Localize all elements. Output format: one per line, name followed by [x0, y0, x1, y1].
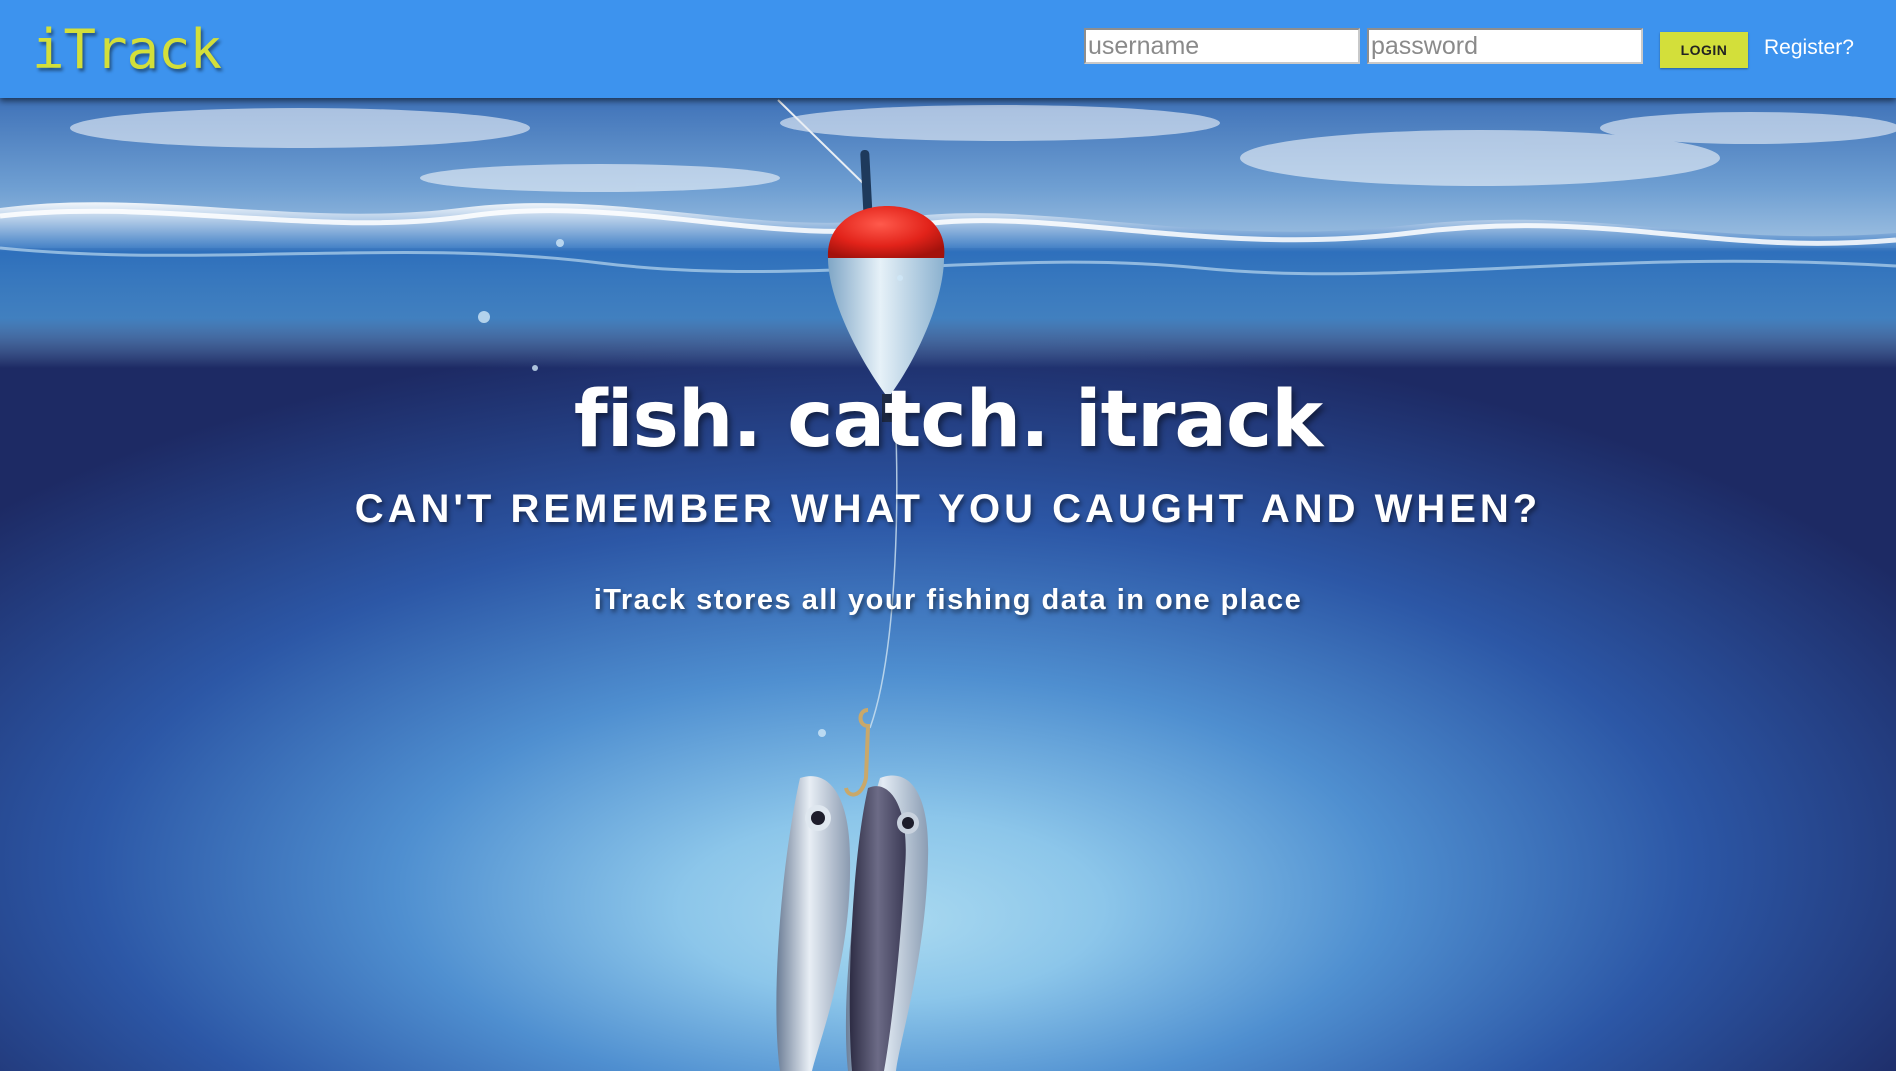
site-logo[interactable]: iTrack [32, 18, 222, 82]
password-input[interactable] [1367, 28, 1643, 64]
hero-tagline: iTrack stores all your fishing data in o… [593, 584, 1303, 616]
username-input[interactable] [1084, 28, 1360, 64]
login-button[interactable]: LOGIN [1660, 32, 1748, 68]
landing-page: iTrack LOGIN Register? [0, 0, 1896, 1071]
top-nav-bar: iTrack LOGIN Register? [0, 0, 1896, 98]
register-link[interactable]: Register? [1764, 36, 1854, 60]
hero-headline: fish. catch. itrack [573, 375, 1323, 465]
hero-subheadline: CAN'T REMEMBER WHAT YOU CAUGHT AND WHEN? [354, 487, 1542, 531]
